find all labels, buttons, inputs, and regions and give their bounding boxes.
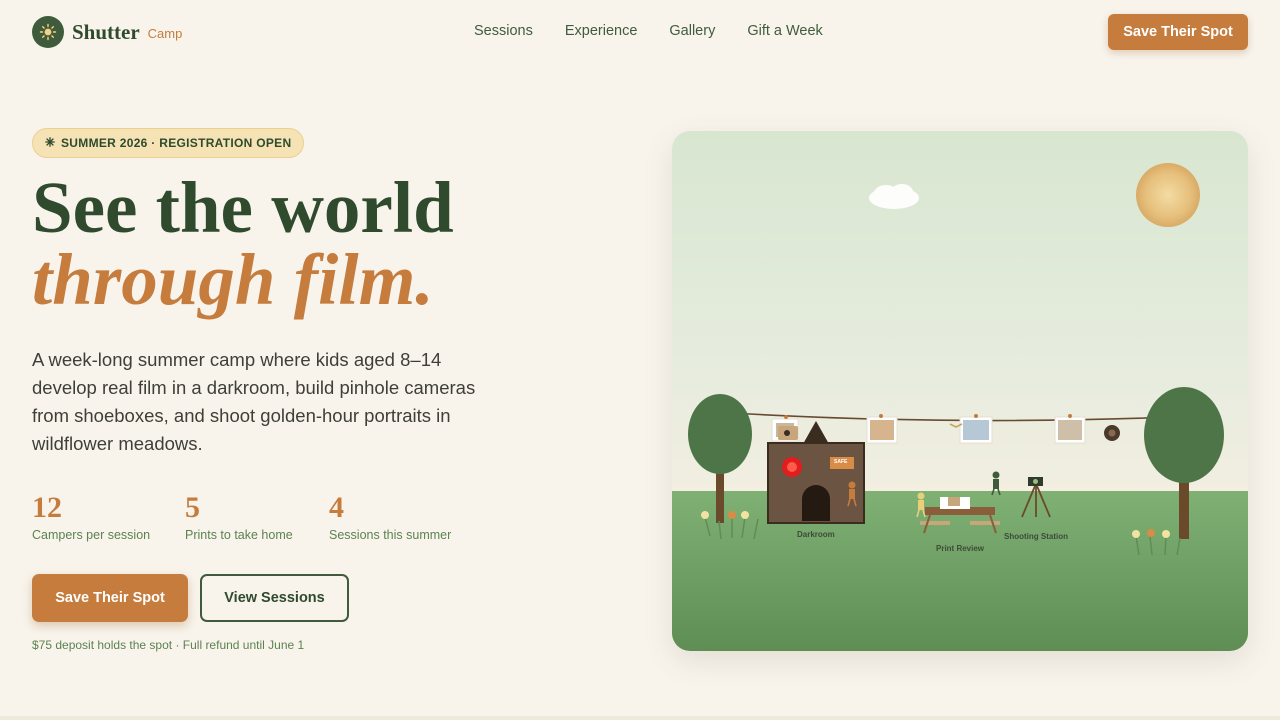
hero-lead: A week-long summer camp where kids aged … xyxy=(32,349,476,454)
camp-scene-illustration: SAFE Darkroom Print Review Shooting Stat… xyxy=(672,131,1248,651)
stat-value: 12 xyxy=(32,491,62,524)
view-sessions-button[interactable]: View Sessions xyxy=(200,574,349,622)
page-bottom-divider xyxy=(0,716,1280,720)
registration-badge: SUMMER 2026 · REGISTRATION OPEN xyxy=(32,128,305,158)
label-print-review: Print Review xyxy=(936,544,985,553)
label-shooting-station: Shooting Station xyxy=(1004,532,1068,541)
brand-sub: Camp xyxy=(147,25,183,41)
stat-value: 5 xyxy=(185,491,200,524)
stat-campers: 12 Campers per session xyxy=(32,490,150,542)
tree-right xyxy=(1144,387,1224,483)
stat-label: Campers per session xyxy=(32,528,151,542)
darkroom-sign-text: SAFE xyxy=(834,459,848,465)
hero-title-line2: through film. xyxy=(32,239,434,320)
brand-logo[interactable]: Shutter Camp xyxy=(32,16,182,48)
sun xyxy=(1136,163,1200,227)
hero-title: See the world through film. xyxy=(32,171,454,320)
stat-label: Prints to take home xyxy=(185,528,293,542)
stat-label: Sessions this summer xyxy=(329,528,452,542)
badge-text: SUMMER 2026 · REGISTRATION OPEN xyxy=(61,136,292,150)
nav-link-gift[interactable]: Gift a Week xyxy=(747,23,822,39)
sun-icon xyxy=(32,16,64,48)
hero-title-line1: See the world xyxy=(32,167,454,248)
nav-links: Sessions Experience Gallery Gift a Week xyxy=(474,23,823,39)
stat-value: 4 xyxy=(329,491,344,524)
save-spot-button[interactable]: Save Their Spot xyxy=(32,574,188,622)
nav-link-experience[interactable]: Experience xyxy=(565,23,638,39)
deposit-note: $75 deposit holds the spot · Full refund… xyxy=(32,638,305,652)
darkroom-building xyxy=(767,421,865,524)
nav-save-spot-button[interactable]: Save Their Spot xyxy=(1108,14,1248,50)
tree-left xyxy=(688,394,752,474)
sun-icon xyxy=(45,136,55,150)
stat-sessions: 4 Sessions this summer xyxy=(329,490,451,542)
nav-link-gallery[interactable]: Gallery xyxy=(669,23,715,39)
top-nav: Shutter Camp Sessions Experience Gallery… xyxy=(0,0,1280,64)
brand-name: Shutter xyxy=(72,19,140,44)
label-darkroom: Darkroom xyxy=(797,530,835,539)
scene-drawing xyxy=(672,163,1248,651)
cloud xyxy=(869,184,919,209)
stat-prints: 5 Prints to take home xyxy=(185,490,293,542)
nav-link-sessions[interactable]: Sessions xyxy=(474,23,533,39)
